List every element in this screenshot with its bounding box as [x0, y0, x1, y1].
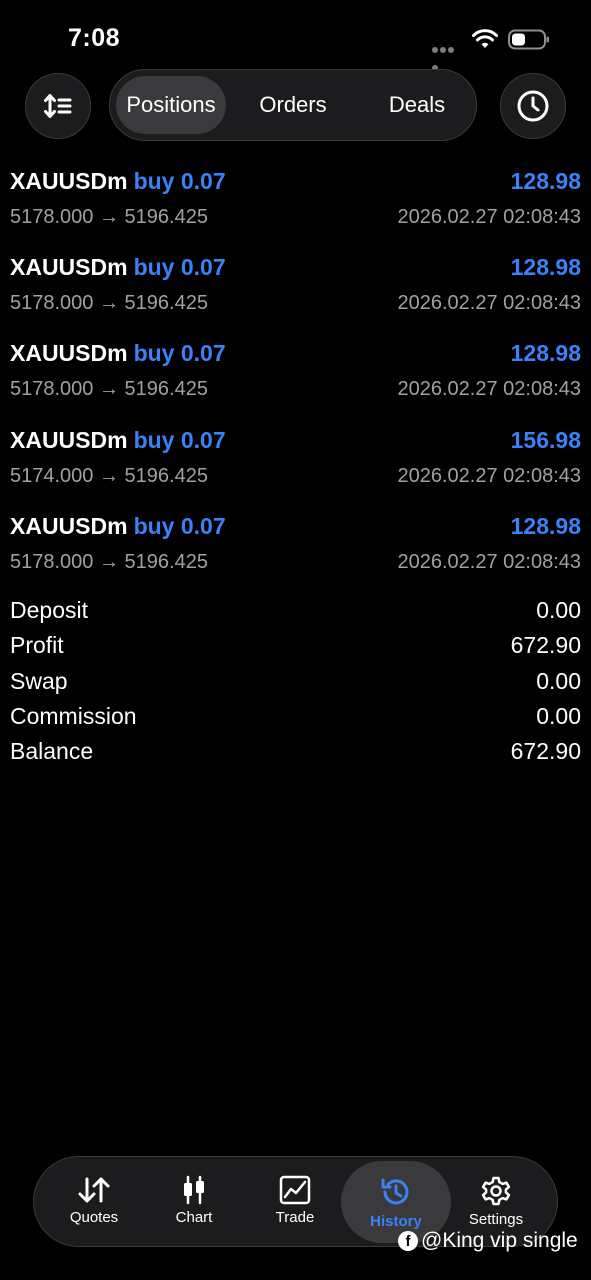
deal-side: buy 0.07: [133, 340, 226, 366]
deal-profit: 156.98: [510, 427, 581, 453]
summary-label: Commission: [10, 703, 137, 729]
summary-deposit: Deposit 0.00: [10, 597, 581, 629]
summary-value: 672.90: [510, 632, 581, 658]
summary-value: 0.00: [536, 668, 581, 694]
deal-profit: 128.98: [510, 513, 581, 539]
deal-symbol: XAUUSDm: [10, 254, 128, 280]
trade-icon: [279, 1175, 311, 1205]
nav-label: Trade: [275, 1209, 315, 1226]
deal-side: buy 0.07: [133, 513, 226, 539]
summary-profit: Profit 672.90: [10, 632, 581, 664]
status-bar: 7:08: [0, 0, 591, 71]
deal-prices: 5178.000 → 5196.425: [10, 551, 208, 573]
settings-icon: [481, 1176, 511, 1206]
nav-label: Chart: [175, 1209, 213, 1226]
deal-row[interactable]: XAUUSDm buy 0.07 128.98 5178.000 → 5196.4…: [0, 162, 591, 248]
tab-deals[interactable]: Deals: [362, 76, 472, 134]
tab-orders[interactable]: Orders: [238, 76, 348, 134]
nav-trade[interactable]: Trade: [245, 1157, 345, 1246]
chart-icon: [184, 1175, 204, 1205]
sort-icon: [44, 94, 72, 118]
deal-time: 2026.02.27 02:08:43: [397, 292, 581, 314]
deal-time: 2026.02.27 02:08:43: [397, 465, 581, 487]
summary-balance: Balance 672.90: [10, 738, 581, 770]
deal-side: buy 0.07: [133, 254, 226, 280]
deal-symbol: XAUUSDm: [10, 513, 128, 539]
nav-quotes[interactable]: Quotes: [44, 1157, 144, 1246]
battery-icon: [508, 29, 549, 50]
deal-time: 2026.02.27 02:08:43: [397, 378, 581, 400]
status-time: 7:08: [68, 24, 121, 52]
summary-value: 0.00: [536, 703, 581, 729]
summary-value: 0.00: [536, 597, 581, 623]
tab-bar: Positions Orders Deals: [109, 69, 477, 141]
watermark-text: @King vip single: [421, 1229, 578, 1252]
wifi-icon: [472, 29, 498, 48]
deal-profit: 128.98: [510, 168, 581, 194]
deal-row[interactable]: XAUUSDm buy 0.07 156.98 5174.000 → 5196.4…: [0, 421, 591, 507]
deal-symbol: XAUUSDm: [10, 340, 128, 366]
period-button[interactable]: [500, 73, 566, 139]
summary-label: Swap: [10, 668, 68, 694]
facebook-icon: f: [398, 1231, 418, 1251]
deal-row[interactable]: XAUUSDm buy 0.07 128.98 5178.000 → 5196.4…: [0, 248, 591, 334]
tab-positions[interactable]: Positions: [116, 76, 226, 134]
deal-side: buy 0.07: [133, 168, 226, 194]
clock-icon: [517, 90, 549, 122]
deal-side: buy 0.07: [133, 427, 226, 453]
deal-profit: 128.98: [510, 254, 581, 280]
deal-profit: 128.98: [510, 340, 581, 366]
deal-symbol: XAUUSDm: [10, 427, 128, 453]
watermark: f @King vip single: [398, 1228, 578, 1254]
quotes-icon: [78, 1177, 110, 1203]
summary-swap: Swap 0.00: [10, 668, 581, 700]
deal-prices: 5174.000 → 5196.425: [10, 465, 208, 487]
summary-label: Profit: [10, 632, 64, 658]
deal-prices: 5178.000 → 5196.425: [10, 378, 208, 400]
summary-commission: Commission 0.00: [10, 703, 581, 735]
deal-time: 2026.02.27 02:08:43: [397, 551, 581, 573]
summary-value: 672.90: [510, 738, 581, 764]
deal-symbol: XAUUSDm: [10, 168, 128, 194]
summary-label: Deposit: [10, 597, 88, 623]
deal-prices: 5178.000 → 5196.425: [10, 206, 208, 228]
deal-prices: 5178.000 → 5196.425: [10, 292, 208, 314]
deal-row[interactable]: XAUUSDm buy 0.07 128.98 5178.000 → 5196.4…: [0, 507, 591, 593]
deal-time: 2026.02.27 02:08:43: [397, 206, 581, 228]
sort-button[interactable]: [25, 73, 91, 139]
nav-label: Settings: [468, 1211, 524, 1228]
history-icon: [381, 1178, 409, 1205]
nav-chart[interactable]: Chart: [144, 1157, 244, 1246]
nav-label: Quotes: [69, 1209, 119, 1226]
summary-label: Balance: [10, 738, 94, 764]
deal-row[interactable]: XAUUSDm buy 0.07 128.98 5178.000 → 5196.4…: [0, 334, 591, 420]
signal-dots-icon: [432, 40, 462, 71]
